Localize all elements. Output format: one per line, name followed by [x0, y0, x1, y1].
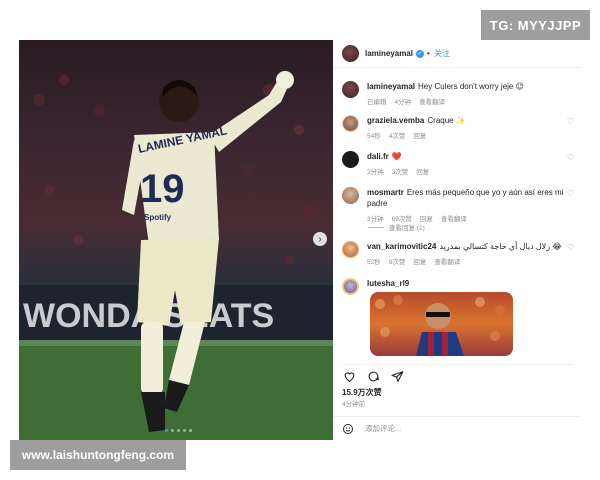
- comment-item: van_karimovitic24 زلال ديال أي حاجة كتسال…: [342, 241, 574, 266]
- comment-image[interactable]: [370, 292, 513, 356]
- comment-time: 54秒: [367, 133, 381, 140]
- comment-username[interactable]: lamineyamal: [367, 82, 415, 91]
- carousel-dot: [183, 429, 186, 432]
- watermark-url: www.laishuntongfeng.com: [10, 440, 186, 470]
- comment-icon[interactable]: [366, 369, 380, 383]
- comment-item: dali.fr ❤️ 2分钟 3次赞 回复 ♡: [342, 151, 574, 176]
- carousel-dot: [177, 429, 180, 432]
- comment-likes[interactable]: 3次赞: [392, 166, 409, 176]
- action-bar: [342, 364, 574, 383]
- comment-edited: 已编辑: [367, 99, 387, 106]
- see-translation-link[interactable]: 查看翻译: [419, 96, 445, 106]
- comment-text: Craque ✨: [427, 116, 466, 125]
- comment-time: 2分钟: [367, 169, 384, 176]
- see-translation-link[interactable]: 查看翻译: [434, 256, 460, 266]
- comment-username[interactable]: mosmartr: [367, 188, 404, 197]
- comment-username[interactable]: graziela.vemba: [367, 116, 424, 125]
- comment-username[interactable]: dali.fr: [367, 152, 389, 161]
- jersey-number: 19: [140, 167, 185, 211]
- comment-time: 4分钟: [394, 99, 412, 106]
- heart-icon[interactable]: ♡: [567, 153, 574, 162]
- avatar[interactable]: [342, 278, 359, 295]
- post-header: lamineyamal ✓ • 关注: [333, 40, 581, 68]
- see-translation-link[interactable]: 查看翻译: [441, 213, 467, 223]
- comment-text: Hey Culers don't worry jeje 😉: [418, 82, 524, 91]
- avatar[interactable]: [342, 151, 359, 168]
- follow-button[interactable]: 关注: [434, 48, 450, 59]
- comment-username[interactable]: van_karimovitic24: [367, 242, 436, 251]
- carousel-dot: [171, 429, 174, 432]
- reply-link[interactable]: 回复: [416, 166, 429, 176]
- watermark-tg: TG: MYYJJPP: [481, 10, 590, 40]
- carousel-dots: [165, 429, 192, 432]
- reply-link[interactable]: 回复: [413, 256, 426, 266]
- share-icon[interactable]: [390, 369, 404, 383]
- comment-text: زلال ديال أي حاجة كتسالي بمدريد 😂: [439, 242, 562, 251]
- comment-username[interactable]: lutesha_rl9: [367, 279, 409, 288]
- add-comment-input[interactable]: 添加评论...: [365, 423, 401, 434]
- carousel-dot-active: [165, 429, 168, 432]
- reply-link[interactable]: 回复: [413, 130, 426, 140]
- avatar[interactable]: [342, 241, 359, 258]
- avatar[interactable]: [342, 187, 359, 204]
- carousel-dot: [189, 429, 192, 432]
- heart-icon[interactable]: ♡: [567, 117, 574, 126]
- meme-illustration: [375, 295, 505, 356]
- author-username[interactable]: lamineyamal: [365, 49, 413, 58]
- comment-item: lamineyamal Hey Culers don't worry jeje 😉…: [342, 81, 574, 106]
- post-panel: lamineyamal ✓ • 关注 lamineyamal Hey Culers…: [333, 40, 581, 440]
- avatar[interactable]: [342, 45, 359, 62]
- view-replies-link[interactable]: 查看回复 (1): [368, 222, 425, 232]
- comment-text: ❤️: [391, 152, 402, 161]
- comment-item: mosmartr Eres más pequeño que yo y aún as…: [342, 187, 574, 223]
- add-comment-bar: 添加评论...: [333, 416, 581, 440]
- chevron-right-icon[interactable]: ›: [313, 232, 327, 246]
- like-count[interactable]: 15.9万次赞: [342, 387, 382, 398]
- verified-icon: ✓: [416, 49, 425, 58]
- smile-icon[interactable]: [342, 423, 354, 435]
- separator-dot: •: [427, 49, 430, 58]
- post-time: 4分钟前: [342, 401, 366, 408]
- comment-item: graziela.vemba Craque ✨ 54秒 4次赞 回复 ♡: [342, 115, 574, 140]
- avatar[interactable]: [342, 115, 359, 132]
- heart-icon[interactable]: ♡: [567, 189, 574, 198]
- comment-likes[interactable]: 9次赞: [389, 256, 406, 266]
- heart-icon[interactable]: [342, 369, 356, 383]
- jersey-sponsor: Spotify: [144, 213, 172, 222]
- avatar[interactable]: [342, 81, 359, 98]
- comment-likes[interactable]: 4次赞: [389, 130, 406, 140]
- view-replies-label[interactable]: 查看回复 (1): [389, 222, 425, 232]
- comment-time: 52秒: [367, 259, 381, 266]
- player-illustration: WONDA SEATS LAMINE YAMAL 19 Spotify: [19, 71, 333, 440]
- divider: [368, 226, 384, 228]
- heart-icon[interactable]: ♡: [567, 243, 574, 252]
- post-image[interactable]: WONDA SEATS LAMINE YAMAL 19 Spotify ›: [19, 40, 333, 440]
